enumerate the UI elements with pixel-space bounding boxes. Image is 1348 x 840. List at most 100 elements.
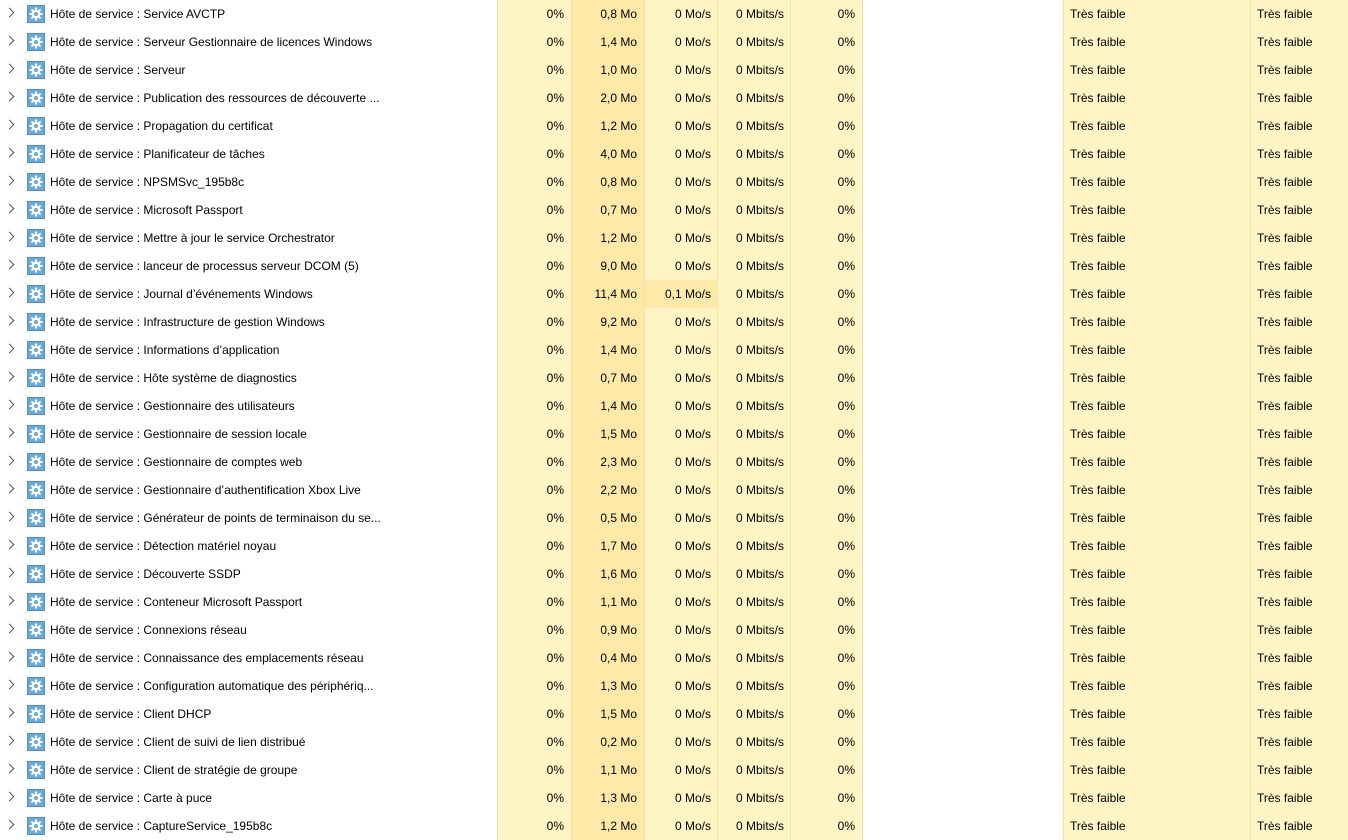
process-name: Hôte de service : Gestionnaire des utili… bbox=[50, 399, 295, 413]
table-row[interactable]: Hôte de service : Conteneur Microsoft Pa… bbox=[0, 588, 1348, 616]
table-row[interactable]: Hôte de service : lanceur de processus s… bbox=[0, 252, 1348, 280]
power-trend-cell: Très faible bbox=[1250, 336, 1348, 364]
table-row[interactable]: Hôte de service : Connexions réseau 0% 0,9… bbox=[0, 616, 1348, 644]
chevron-right-icon[interactable] bbox=[4, 91, 15, 102]
table-row[interactable]: Hôte de service : Journal d’événements W… bbox=[0, 280, 1348, 308]
table-row[interactable]: Hôte de service : Découverte SSDP 0% 1,6 M… bbox=[0, 560, 1348, 588]
process-name-cell[interactable]: Hôte de service : Client de stratégie de… bbox=[0, 756, 497, 784]
process-name-cell[interactable]: Hôte de service : Planificateur de tâche… bbox=[0, 140, 497, 168]
process-name-cell[interactable]: Hôte de service : Gestionnaire d’authent… bbox=[0, 476, 497, 504]
process-name-cell[interactable]: Hôte de service : Microsoft Passport bbox=[0, 196, 497, 224]
table-row[interactable]: Hôte de service : Microsoft Passport 0% 0,… bbox=[0, 196, 1348, 224]
chevron-right-icon[interactable] bbox=[4, 63, 15, 74]
chevron-right-icon[interactable] bbox=[4, 259, 15, 270]
chevron-right-icon[interactable] bbox=[4, 371, 15, 382]
process-name-cell[interactable]: Hôte de service : Connaissance des empla… bbox=[0, 644, 497, 672]
process-name-cell[interactable]: Hôte de service : Mettre à jour le servi… bbox=[0, 224, 497, 252]
chevron-right-icon[interactable] bbox=[4, 399, 15, 410]
process-name-cell[interactable]: Hôte de service : Détection matériel noy… bbox=[0, 532, 497, 560]
process-name-cell[interactable]: Hôte de service : Connexions réseau bbox=[0, 616, 497, 644]
process-name-cell[interactable]: Hôte de service : Carte à puce bbox=[0, 784, 497, 812]
table-row[interactable]: Hôte de service : Carte à puce 0% 1,3 Mo 0 … bbox=[0, 784, 1348, 812]
table-row[interactable]: Hôte de service : Connaissance des empla… bbox=[0, 644, 1348, 672]
table-row[interactable]: Hôte de service : Gestionnaire de compte… bbox=[0, 448, 1348, 476]
chevron-right-icon[interactable] bbox=[4, 707, 15, 718]
table-row[interactable]: Hôte de service : Publication des ressou… bbox=[0, 84, 1348, 112]
chevron-right-icon[interactable] bbox=[4, 763, 15, 774]
process-name-cell[interactable]: Hôte de service : Serveur Gestionnaire d… bbox=[0, 28, 497, 56]
table-row[interactable]: Hôte de service : Générateur de points d… bbox=[0, 504, 1348, 532]
table-row[interactable]: Hôte de service : NPSMSvc_195b8c 0% 0,8 Mo… bbox=[0, 168, 1348, 196]
process-name: Hôte de service : Informations d’applica… bbox=[50, 343, 280, 357]
chevron-right-icon[interactable] bbox=[4, 343, 15, 354]
process-name-cell[interactable]: Hôte de service : Gestionnaire de compte… bbox=[0, 448, 497, 476]
chevron-right-icon[interactable] bbox=[4, 455, 15, 466]
chevron-right-icon[interactable] bbox=[4, 175, 15, 186]
process-name-cell[interactable]: Hôte de service : Publication des ressou… bbox=[0, 84, 497, 112]
process-name-cell[interactable]: Hôte de service : Infrastructure de gest… bbox=[0, 308, 497, 336]
process-name-cell[interactable]: Hôte de service : NPSMSvc_195b8c bbox=[0, 168, 497, 196]
process-name-cell[interactable]: Hôte de service : Générateur de points d… bbox=[0, 504, 497, 532]
chevron-right-icon[interactable] bbox=[4, 539, 15, 550]
table-row[interactable]: Hôte de service : Gestionnaire d’authent… bbox=[0, 476, 1348, 504]
process-name-cell[interactable]: Hôte de service : Informations d’applica… bbox=[0, 336, 497, 364]
gpu-cell: 0% bbox=[790, 56, 863, 84]
table-row[interactable]: Hôte de service : Serveur 0% 1,0 Mo 0 Mo/s 0… bbox=[0, 56, 1348, 84]
power-trend-cell: Très faible bbox=[1250, 532, 1348, 560]
table-row[interactable]: Hôte de service : CaptureService_195b8c 0… bbox=[0, 812, 1348, 840]
table-row[interactable]: Hôte de service : Détection matériel noy… bbox=[0, 532, 1348, 560]
chevron-right-icon[interactable] bbox=[4, 35, 15, 46]
chevron-right-icon[interactable] bbox=[4, 203, 15, 214]
process-name-cell[interactable]: Hôte de service : Service AVCTP bbox=[0, 0, 497, 28]
process-name-cell[interactable]: Hôte de service : Client DHCP bbox=[0, 700, 497, 728]
table-row[interactable]: Hôte de service : Service AVCTP 0% 0,8 Mo 0… bbox=[0, 0, 1348, 28]
chevron-right-icon[interactable] bbox=[4, 623, 15, 634]
chevron-right-icon[interactable] bbox=[4, 679, 15, 690]
process-name-cell[interactable]: Hôte de service : Hôte système de diagno… bbox=[0, 364, 497, 392]
chevron-right-icon[interactable] bbox=[4, 567, 15, 578]
chevron-right-icon[interactable] bbox=[4, 651, 15, 662]
table-row[interactable]: Hôte de service : Client DHCP 0% 1,5 Mo 0 M… bbox=[0, 700, 1348, 728]
chevron-right-icon[interactable] bbox=[4, 595, 15, 606]
table-row[interactable]: Hôte de service : Serveur Gestionnaire d… bbox=[0, 28, 1348, 56]
table-row[interactable]: Hôte de service : Infrastructure de gest… bbox=[0, 308, 1348, 336]
chevron-right-icon[interactable] bbox=[4, 735, 15, 746]
process-name-cell[interactable]: Hôte de service : Découverte SSDP bbox=[0, 560, 497, 588]
table-row[interactable]: Hôte de service : Configuration automati… bbox=[0, 672, 1348, 700]
chevron-right-icon[interactable] bbox=[4, 483, 15, 494]
chevron-right-icon[interactable] bbox=[4, 427, 15, 438]
process-name-cell[interactable]: Hôte de service : Gestionnaire de sessio… bbox=[0, 420, 497, 448]
chevron-right-icon[interactable] bbox=[4, 315, 15, 326]
table-row[interactable]: Hôte de service : Gestionnaire des utili… bbox=[0, 392, 1348, 420]
chevron-right-icon[interactable] bbox=[4, 287, 15, 298]
process-name-cell[interactable]: Hôte de service : Client de suivi de lie… bbox=[0, 728, 497, 756]
process-name-cell[interactable]: Hôte de service : Serveur bbox=[0, 56, 497, 84]
chevron-right-icon[interactable] bbox=[4, 119, 15, 130]
process-name-cell[interactable]: Hôte de service : Conteneur Microsoft Pa… bbox=[0, 588, 497, 616]
process-name-cell[interactable]: Hôte de service : Gestionnaire des utili… bbox=[0, 392, 497, 420]
table-row[interactable]: Hôte de service : Hôte système de diagno… bbox=[0, 364, 1348, 392]
process-name-cell[interactable]: Hôte de service : Journal d’événements W… bbox=[0, 280, 497, 308]
table-row[interactable]: Hôte de service : Client de stratégie de… bbox=[0, 756, 1348, 784]
process-name-cell[interactable]: Hôte de service : lanceur de processus s… bbox=[0, 252, 497, 280]
chevron-right-icon[interactable] bbox=[4, 7, 15, 18]
process-name-cell[interactable]: Hôte de service : Configuration automati… bbox=[0, 672, 497, 700]
chevron-right-icon[interactable] bbox=[4, 819, 15, 830]
chevron-right-icon[interactable] bbox=[4, 231, 15, 242]
memory-cell: 4,0 Mo bbox=[571, 140, 644, 168]
process-name-cell[interactable]: Hôte de service : CaptureService_195b8c bbox=[0, 812, 497, 840]
table-row[interactable]: Hôte de service : Gestionnaire de sessio… bbox=[0, 420, 1348, 448]
chevron-right-icon[interactable] bbox=[4, 511, 15, 522]
process-name-cell[interactable]: Hôte de service : Propagation du certifi… bbox=[0, 112, 497, 140]
table-row[interactable]: Hôte de service : Propagation du certifi… bbox=[0, 112, 1348, 140]
table-row[interactable]: Hôte de service : Mettre à jour le servi… bbox=[0, 224, 1348, 252]
network-cell: 0 Mbits/s bbox=[717, 560, 790, 588]
table-row[interactable]: Hôte de service : Client de suivi de lie… bbox=[0, 728, 1348, 756]
chevron-right-icon[interactable] bbox=[4, 791, 15, 802]
cpu-cell: 0% bbox=[497, 644, 571, 672]
table-row[interactable]: Hôte de service : Informations d’applica… bbox=[0, 336, 1348, 364]
table-row[interactable]: Hôte de service : Planificateur de tâche… bbox=[0, 140, 1348, 168]
process-name: Hôte de service : Client de stratégie de… bbox=[50, 763, 298, 777]
chevron-right-icon[interactable] bbox=[4, 147, 15, 158]
disk-cell: 0 Mo/s bbox=[644, 784, 717, 812]
